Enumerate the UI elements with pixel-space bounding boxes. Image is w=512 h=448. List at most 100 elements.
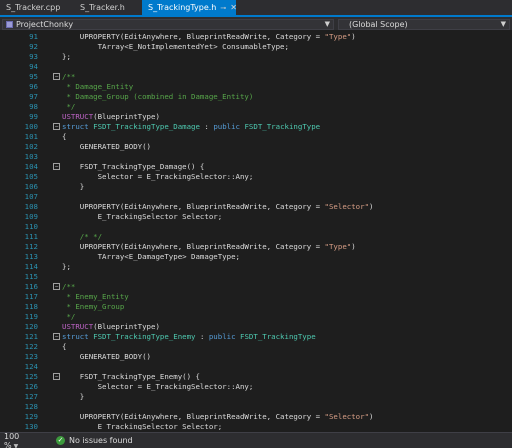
line-number: 109 [24, 212, 38, 221]
code-token: * Enemy_Entity [62, 292, 129, 301]
line-number: 102 [24, 142, 38, 151]
code-text: { [62, 342, 66, 352]
code-token: struct [62, 332, 89, 341]
code-token: } [62, 182, 85, 191]
code-line[interactable]: 120 USTRUCT(BlueprintType) [0, 322, 512, 332]
code-text: E_TrackingSelector Selector; [62, 422, 223, 430]
code-line[interactable]: 114}; [0, 262, 512, 272]
issues-indicator[interactable]: ✓ No issues found [56, 436, 133, 445]
code-editor[interactable]: 91 UPROPERTY(EditAnywhere, BlueprintRead… [0, 32, 512, 430]
collapse-icon[interactable]: − [53, 373, 60, 380]
code-line[interactable]: 113 TArray<E_DamageType> DamageType; [0, 252, 512, 262]
line-number: 126 [24, 382, 38, 391]
collapse-icon[interactable]: − [53, 73, 60, 80]
code-text: * Damage_Group (combined in Damage_Entit… [62, 92, 253, 102]
line-number: 113 [24, 252, 38, 261]
code-token: : [199, 122, 214, 131]
code-line[interactable]: 127 } [0, 392, 512, 402]
code-line[interactable]: 128 [0, 402, 512, 412]
code-line[interactable]: 116 −/** [0, 282, 512, 292]
line-number: 96 [29, 82, 38, 91]
collapse-icon[interactable]: − [53, 333, 60, 340]
code-line[interactable]: 122 { [0, 342, 512, 352]
code-line[interactable]: 115 [0, 272, 512, 282]
code-token: */ [62, 312, 76, 321]
code-token: (BlueprintType) [93, 322, 160, 331]
code-token: FSDT_TrackingType_Damage [93, 122, 200, 131]
code-line[interactable]: 103 [0, 152, 512, 162]
code-text: */ [62, 102, 75, 112]
collapse-icon[interactable]: − [53, 123, 60, 130]
status-bar: 100 % ▼ ✓ No issues found [0, 432, 512, 448]
code-line[interactable]: 98 */ [0, 102, 512, 112]
code-line[interactable]: 119 */ [0, 312, 512, 322]
code-line[interactable]: 95 −/** [0, 72, 512, 82]
code-line[interactable]: 106 } [0, 182, 512, 192]
code-line[interactable]: 126 Selector = E_TrackingSelector::Any; [0, 382, 512, 392]
code-text: GENERATED_BODY() [62, 142, 151, 152]
code-text: UPROPERTY(EditAnywhere, BlueprintReadWri… [62, 412, 374, 422]
code-token: UPROPERTY(EditAnywhere, BlueprintReadWri… [62, 32, 325, 41]
code-token: /* */ [62, 232, 103, 241]
code-line[interactable]: 110 [0, 222, 512, 232]
collapse-icon[interactable]: − [53, 163, 60, 170]
line-number: 124 [24, 362, 38, 371]
line-number: 97 [29, 92, 38, 101]
collapse-icon[interactable]: − [53, 283, 60, 290]
code-token: "Selector" [324, 202, 370, 211]
code-line[interactable]: 129 UPROPERTY(EditAnywhere, BlueprintRea… [0, 412, 512, 422]
code-token: public [208, 332, 236, 341]
code-text: }; [62, 52, 71, 62]
scope-dropdown[interactable]: (Global Scope) ▼ [338, 19, 510, 30]
code-text: FSDT_TrackingType_Enemy() { [62, 372, 200, 382]
code-line[interactable]: 109 E_TrackingSelector Selector; [0, 212, 512, 222]
code-token: (BlueprintType) [93, 112, 160, 121]
code-line[interactable]: 92 TArray<E_NotImplementedYet> Consumabl… [0, 42, 512, 52]
tab-label: S_Tracker.h [80, 3, 125, 12]
line-number: 122 [24, 342, 38, 351]
code-line[interactable]: 94 [0, 62, 512, 72]
close-icon[interactable]: ✕ [230, 3, 237, 12]
tab-s-tracker-h[interactable]: S_Tracker.h [74, 0, 142, 15]
code-line[interactable]: 93}; [0, 52, 512, 62]
tab-s-tracker-cpp[interactable]: S_Tracker.cpp [0, 0, 74, 15]
code-token: }; [62, 52, 71, 61]
zoom-level[interactable]: 100 % ▼ [4, 432, 36, 448]
code-line[interactable]: 100 − struct FSDT_TrackingType_Damage : pu… [0, 122, 512, 132]
code-line[interactable]: 121 − struct FSDT_TrackingType_Enemy : pub… [0, 332, 512, 342]
code-token: /** [62, 72, 76, 81]
code-line[interactable]: 108 UPROPERTY(EditAnywhere, BlueprintRea… [0, 202, 512, 212]
code-line[interactable]: 130 E_TrackingSelector Selector; [0, 422, 512, 430]
document-tab-strip: S_Tracker.cpp S_Tracker.h S_TrackingType… [0, 0, 512, 15]
line-number: 108 [24, 202, 38, 211]
code-line[interactable]: 107 [0, 192, 512, 202]
code-line[interactable]: 91 UPROPERTY(EditAnywhere, BlueprintRead… [0, 32, 512, 42]
navigation-bar: ProjectChonky ▼ (Global Scope) ▼ [0, 15, 512, 30]
code-line[interactable]: 97 * Damage_Group (combined in Damage_En… [0, 92, 512, 102]
line-number: 117 [24, 292, 38, 301]
code-line[interactable]: 124 [0, 362, 512, 372]
pin-icon[interactable]: ⊸ [220, 4, 226, 12]
project-dropdown[interactable]: ProjectChonky ▼ [2, 19, 334, 30]
code-line[interactable]: 118 * Enemy_Group [0, 302, 512, 312]
line-number: 93 [29, 52, 38, 61]
line-number: 125 [24, 372, 38, 381]
line-number: 110 [24, 222, 38, 231]
code-text: }; [62, 262, 71, 272]
code-text: Selector = E_TrackingSelector::Any; [62, 382, 254, 392]
code-text: FSDT_TrackingType_Damage() { [62, 162, 205, 172]
code-line[interactable]: 105 Selector = E_TrackingSelector::Any; [0, 172, 512, 182]
code-line[interactable]: 101 { [0, 132, 512, 142]
code-line[interactable]: 96 * Damage_Entity [0, 82, 512, 92]
tab-s-trackingtype-h[interactable]: S_TrackingType.h ⊸ ✕ [142, 0, 237, 15]
code-line[interactable]: 117 * Enemy_Entity [0, 292, 512, 302]
code-line[interactable]: 104 − FSDT_TrackingType_Damage() { [0, 162, 512, 172]
code-line[interactable]: 99 USTRUCT(BlueprintType) [0, 112, 512, 122]
code-line[interactable]: 123 GENERATED_BODY() [0, 352, 512, 362]
code-line[interactable]: 102 GENERATED_BODY() [0, 142, 512, 152]
code-text: * Enemy_Entity [62, 292, 129, 302]
code-line[interactable]: 112 UPROPERTY(EditAnywhere, BlueprintRea… [0, 242, 512, 252]
code-text: { [62, 132, 66, 142]
code-line[interactable]: 111 /* */ [0, 232, 512, 242]
code-line[interactable]: 125 − FSDT_TrackingType_Enemy() { [0, 372, 512, 382]
